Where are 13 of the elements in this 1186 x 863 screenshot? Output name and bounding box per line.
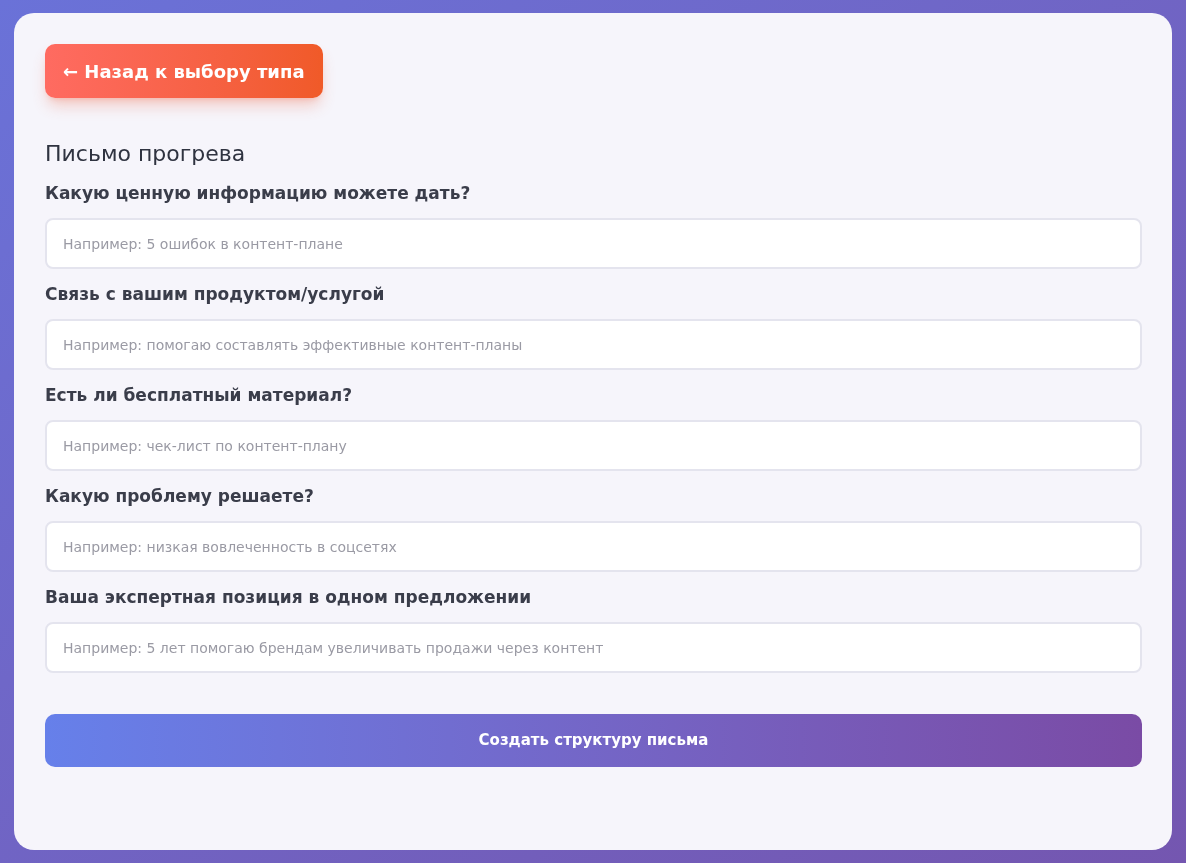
field-label: Какую проблему решаете? [45,485,315,508]
input-field[interactable]: Например: низкая вовлеченность в соцсетях [45,521,1142,572]
field-label: Ваша экспертная позиция в одном предложении [45,586,533,609]
input-field[interactable]: Например: 5 лет помогаю брендам увеличивать продажи через контент [45,622,1142,673]
input-field[interactable]: Например: 5 ошибок в контент-плане [45,218,1142,269]
field-label: Есть ли бесплатный материал? [45,384,354,407]
input-field[interactable]: Например: чек-лист по контент-плану [45,420,1142,471]
form-title: Письмо прогрева [45,140,247,168]
input-field[interactable]: Например: помогаю составлять эффективные контент-планы [45,319,1142,370]
back-button[interactable]: ← Назад к выбору типа [45,44,323,98]
field-label: Связь с вашим продуктом/услугой [45,283,386,306]
field-label: Какую ценную информацию можете дать? [45,182,472,205]
submit-button[interactable]: Создать структуру письма [45,714,1142,767]
